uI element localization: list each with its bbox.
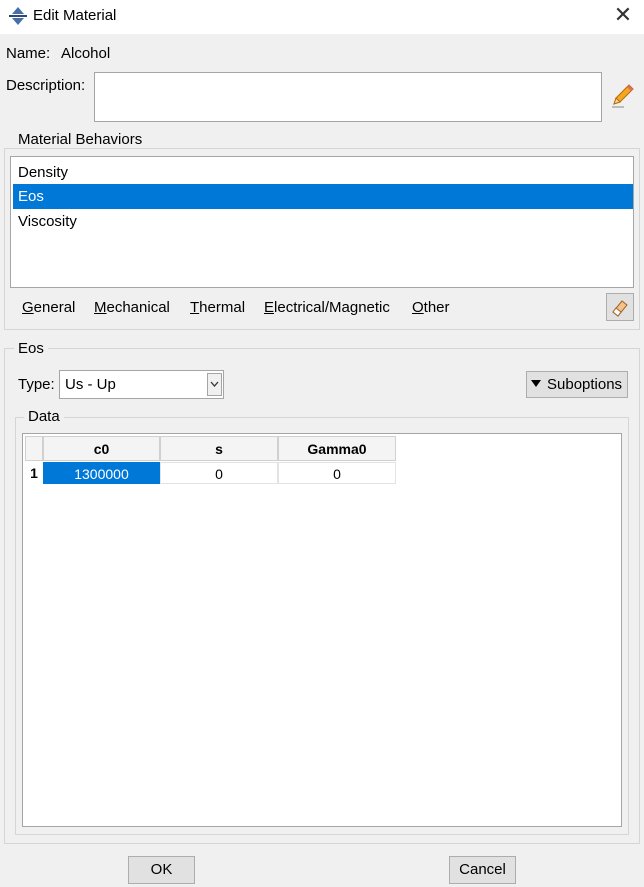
eos-title: Eos [14, 340, 48, 357]
description-label: Description: [6, 77, 86, 94]
cancel-button[interactable]: Cancel [449, 856, 516, 884]
eraser-icon [612, 300, 628, 317]
menu-other[interactable]: Other [412, 299, 450, 316]
list-item-viscosity[interactable]: Viscosity [13, 209, 633, 234]
dropdown-arrow-icon[interactable] [207, 373, 222, 396]
type-label: Type: [18, 376, 55, 393]
description-input[interactable] [94, 72, 602, 122]
close-icon[interactable]: ✕ [606, 2, 640, 30]
name-label: Name: [6, 45, 51, 62]
data-title: Data [24, 408, 64, 425]
column-header-c0[interactable]: c0 [43, 436, 160, 461]
ok-button[interactable]: OK [128, 856, 195, 884]
eraser-button[interactable] [606, 293, 634, 321]
table-cell-c0[interactable]: 1300000 [43, 462, 160, 484]
table-corner [25, 436, 43, 461]
column-header-gamma0[interactable]: Gamma0 [278, 436, 396, 461]
menu-thermal[interactable]: Thermal [190, 299, 245, 316]
list-item-eos[interactable]: Eos [13, 184, 633, 209]
row-header[interactable]: 1 [25, 462, 43, 484]
material-behaviors-list[interactable]: Density Eos Viscosity [10, 156, 634, 288]
type-select-value: Us - Up [65, 376, 116, 393]
app-icon [9, 7, 27, 25]
data-table[interactable]: c0 s Gamma0 1 1300000 0 0 [22, 433, 622, 827]
list-item-density[interactable]: Density [13, 160, 633, 185]
suboptions-button[interactable]: Suboptions [526, 371, 628, 398]
menu-general[interactable]: General [22, 299, 75, 316]
suboptions-label: Suboptions [547, 376, 623, 393]
table-cell-gamma0[interactable]: 0 [278, 462, 396, 484]
behavior-menu-bar: General Mechanical Thermal Electrical/Ma… [10, 292, 600, 322]
pencil-icon[interactable] [608, 80, 638, 110]
triangle-down-icon [531, 380, 541, 387]
menu-mechanical[interactable]: Mechanical [94, 299, 170, 316]
window-title: Edit Material [33, 7, 117, 24]
menu-electrical-magnetic[interactable]: Electrical/Magnetic [264, 299, 390, 316]
type-select[interactable]: Us - Up [59, 370, 224, 399]
table-cell-s[interactable]: 0 [160, 462, 278, 484]
column-header-s[interactable]: s [160, 436, 278, 461]
name-value: Alcohol [61, 45, 111, 62]
material-behaviors-title: Material Behaviors [14, 131, 147, 148]
